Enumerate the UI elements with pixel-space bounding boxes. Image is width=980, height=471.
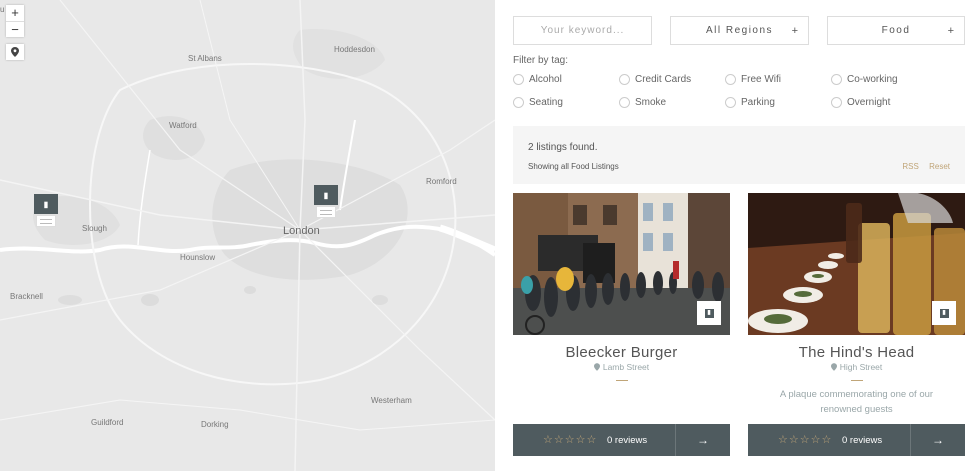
checkbox[interactable]: [513, 97, 524, 108]
place-label-bracknell: Bracknell: [10, 292, 43, 301]
filter-by-tag-heading: Filter by tag:: [513, 55, 569, 66]
listing-address-text: High Street: [839, 362, 883, 372]
map-marker[interactable]: ▮: [314, 185, 338, 218]
listings-panel: All Regions + Food + Filter by tag: Alco…: [495, 0, 980, 471]
listing-footer: ☆☆☆☆☆ 0 reviews →: [748, 424, 965, 456]
view-listing-arrow-button[interactable]: →: [911, 424, 965, 456]
listing-count: 2 listings found.: [528, 142, 598, 153]
plus-icon: +: [791, 25, 798, 37]
listing-address: Lamb Street: [513, 362, 730, 372]
tag-filter-co-working[interactable]: Co-working: [831, 74, 898, 85]
search-bar: All Regions + Food +: [513, 16, 965, 45]
checkbox[interactable]: [831, 97, 842, 108]
listing-title[interactable]: The Hind's Head: [748, 344, 965, 361]
tag-filter-smoke[interactable]: Smoke: [619, 97, 666, 108]
tag-label: Co-working: [847, 74, 898, 85]
review-count: 0 reviews: [607, 435, 648, 446]
cut-off-place-label: u: [0, 5, 5, 14]
listing-address-text: Lamb Street: [602, 362, 650, 372]
tag-label: Parking: [741, 97, 775, 108]
reset-link[interactable]: Reset: [929, 162, 950, 171]
map-marker-icon: ▮: [314, 185, 338, 205]
tag-label: Alcohol: [529, 74, 562, 85]
keyword-input[interactable]: [514, 25, 651, 36]
location-pin-icon: [593, 363, 600, 371]
place-label-slough: Slough: [82, 224, 107, 233]
tag-filter-overnight[interactable]: Overnight: [831, 97, 890, 108]
category-badge-icon[interactable]: ▮: [932, 301, 956, 325]
map-terrain: [0, 0, 495, 471]
view-listing-arrow-button[interactable]: →: [676, 424, 730, 456]
place-label-westerham: Westerham: [371, 396, 412, 405]
place-label-st-albans: St Albans: [188, 54, 222, 63]
plus-icon: +: [947, 25, 954, 37]
star-rating-icon: ☆☆☆☆☆: [778, 434, 833, 446]
tag-filter-free-wifi[interactable]: Free Wifi: [725, 74, 781, 85]
region-select-label: All Regions: [705, 25, 774, 36]
checkbox[interactable]: [619, 97, 630, 108]
tag-filter-parking[interactable]: Parking: [725, 97, 775, 108]
listing-card[interactable]: ▮ The Hind's Head High Street A plaque c…: [748, 193, 965, 457]
map-marker[interactable]: ▮: [34, 194, 58, 227]
region-select[interactable]: All Regions +: [670, 16, 809, 45]
checkbox[interactable]: [831, 74, 842, 85]
listing-description: A plaque commemorating one of our renown…: [779, 389, 934, 415]
map-marker-icon: ▮: [34, 194, 58, 214]
divider: [616, 380, 628, 381]
checkbox[interactable]: [725, 74, 736, 85]
place-label-hoddesdon: Hoddesdon: [334, 45, 375, 54]
results-links: RSS Reset: [902, 162, 950, 171]
showing-text: Showing all Food Listings: [528, 162, 619, 171]
map[interactable]: u + − St Albans Hoddesdon Watford Romfor…: [0, 0, 495, 471]
tag-label: Credit Cards: [635, 74, 692, 85]
place-label-london: London: [283, 225, 320, 237]
place-label-watford: Watford: [169, 121, 197, 130]
results-summary: 2 listings found. Showing all Food Listi…: [513, 126, 965, 184]
tag-filter-credit-cards[interactable]: Credit Cards: [619, 74, 691, 85]
checkbox[interactable]: [513, 74, 524, 85]
tag-label: Smoke: [635, 97, 667, 108]
place-label-hounslow: Hounslow: [180, 253, 216, 262]
zoom-out-button[interactable]: −: [6, 21, 24, 37]
tag-filter-seating[interactable]: Seating: [513, 97, 563, 108]
map-marker-label: [36, 215, 56, 227]
zoom-in-button[interactable]: +: [6, 5, 24, 21]
place-label-guildford: Guildford: [91, 418, 124, 427]
place-label-dorking: Dorking: [201, 420, 229, 429]
tag-label: Free Wifi: [741, 74, 781, 85]
tag-label: Overnight: [847, 97, 891, 108]
rss-link[interactable]: RSS: [902, 162, 918, 171]
star-rating-icon: ☆☆☆☆☆: [543, 434, 598, 446]
checkbox[interactable]: [619, 74, 630, 85]
zoom-control: + −: [6, 5, 24, 37]
geolocate-button[interactable]: [6, 44, 24, 60]
tag-filter-alcohol[interactable]: Alcohol: [513, 74, 562, 85]
listing-footer: ☆☆☆☆☆ 0 reviews →: [513, 424, 730, 456]
location-pin-icon: [830, 363, 837, 371]
checkbox[interactable]: [725, 97, 736, 108]
listing-address: High Street: [748, 362, 965, 372]
keyword-field-wrapper: [513, 16, 652, 45]
category-select[interactable]: Food +: [827, 16, 965, 45]
category-badge-icon[interactable]: ▮: [697, 301, 721, 325]
listing-card[interactable]: ▮ Bleecker Burger Lamb Street ☆☆☆☆☆ 0 re…: [513, 193, 730, 457]
place-label-romford: Romford: [426, 177, 457, 186]
category-select-label: Food: [881, 25, 911, 36]
map-marker-label: [316, 206, 336, 218]
review-count: 0 reviews: [842, 435, 883, 446]
location-pin-icon: [11, 47, 19, 57]
tag-label: Seating: [529, 97, 563, 108]
divider: [851, 380, 863, 381]
listing-title[interactable]: Bleecker Burger: [513, 344, 730, 361]
